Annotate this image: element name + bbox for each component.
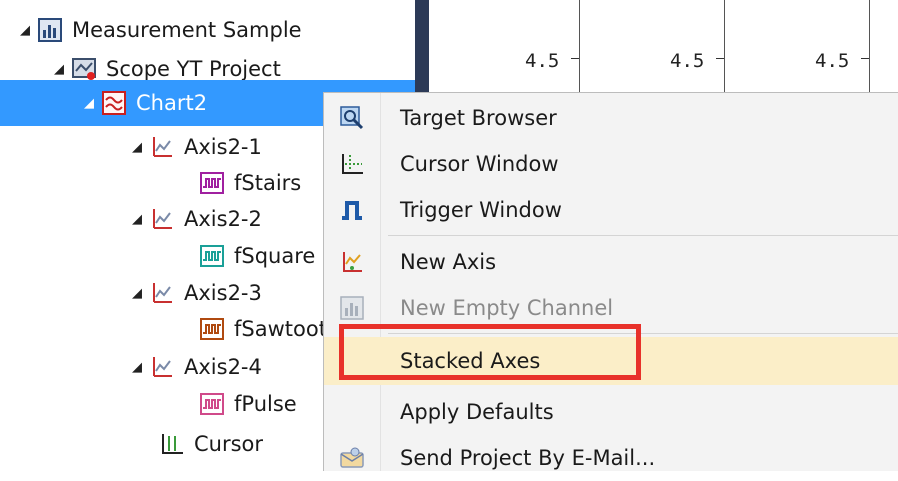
- expand-arrow-icon[interactable]: ◢: [46, 62, 72, 77]
- tree-node-label: Measurement Sample: [72, 18, 302, 42]
- target-browser-icon: [340, 106, 364, 130]
- menu-item-label: New Axis: [400, 250, 497, 274]
- trigger-window-icon: [340, 198, 364, 222]
- menu-item-label: Apply Defaults: [400, 400, 554, 424]
- channel-icon: [200, 244, 224, 268]
- new-channel-icon: [340, 296, 364, 320]
- axis-tick-mark: [716, 58, 724, 59]
- axis-tick-mark: [861, 58, 869, 59]
- chart-icon: [102, 91, 126, 115]
- expand-arrow-icon[interactable]: ◢: [124, 286, 150, 301]
- axis-tick-label: 4.5: [525, 50, 560, 72]
- menu-item-new-axis[interactable]: New Axis: [324, 239, 898, 285]
- menu-item-target-browser[interactable]: Target Browser: [324, 95, 898, 141]
- tree-node-label: Chart2: [136, 91, 208, 115]
- expand-arrow-icon[interactable]: ◢: [124, 360, 150, 375]
- apply-defaults-icon: [340, 400, 364, 424]
- cursor-window-icon: [340, 152, 364, 176]
- axis-icon: [150, 207, 174, 231]
- menu-item-label: Send Project By E-Mail...: [400, 446, 656, 470]
- tree-node-label: Cursor: [194, 432, 264, 456]
- expand-arrow-icon[interactable]: ◢: [124, 212, 150, 227]
- tree-node-label: fSquare: [234, 244, 316, 268]
- axis-tick-label: 4.5: [815, 50, 850, 72]
- menu-item-label: Trigger Window: [400, 198, 562, 222]
- channel-icon: [200, 392, 224, 416]
- menu-item-label: Target Browser: [400, 106, 557, 130]
- axis-tick-mark: [571, 58, 579, 59]
- grid-line: [869, 0, 870, 92]
- tree-node-label: Axis2-3: [184, 281, 262, 305]
- menu-item-apply-defaults[interactable]: Apply Defaults: [324, 389, 898, 435]
- grid-line: [724, 0, 725, 92]
- grid-line: [579, 0, 580, 92]
- context-menu: Target Browser Cursor Window Trigger Win…: [323, 92, 898, 471]
- expand-arrow-icon[interactable]: ◢: [124, 140, 150, 155]
- scope-project-icon: [72, 57, 96, 81]
- expand-arrow-icon[interactable]: ◢: [76, 96, 102, 111]
- menu-item-label: Cursor Window: [400, 152, 559, 176]
- menu-item-cursor-window[interactable]: Cursor Window: [324, 141, 898, 187]
- tree-node-label: Scope YT Project: [106, 57, 281, 81]
- menu-item-label: New Empty Channel: [400, 296, 614, 320]
- expand-arrow-icon[interactable]: ◢: [12, 23, 38, 38]
- tree-node-label: fStairs: [234, 171, 302, 195]
- menu-item-trigger-window[interactable]: Trigger Window: [324, 187, 898, 233]
- email-icon: [340, 446, 364, 470]
- menu-item-send-project-email[interactable]: Send Project By E-Mail...: [324, 435, 898, 481]
- axis-icon: [150, 135, 174, 159]
- channel-icon: [200, 171, 224, 195]
- measurement-sample-icon: [38, 18, 62, 42]
- tree-node-label: Axis2-2: [184, 207, 262, 231]
- axis-icon: [150, 355, 174, 379]
- axis-tick-label: 4.5: [670, 50, 705, 72]
- tree-node-label: fPulse: [234, 392, 297, 416]
- annotation-highlight-box: [339, 324, 641, 380]
- cursor-icon: [160, 432, 184, 456]
- new-axis-icon: [340, 250, 364, 274]
- menu-separator: [388, 235, 898, 236]
- tree-node-cursor[interactable]: Cursor: [160, 421, 263, 467]
- channel-icon: [200, 317, 224, 341]
- tree-node-label: Axis2-1: [184, 135, 262, 159]
- tree-node-label: Axis2-4: [184, 355, 262, 379]
- axis-icon: [150, 281, 174, 305]
